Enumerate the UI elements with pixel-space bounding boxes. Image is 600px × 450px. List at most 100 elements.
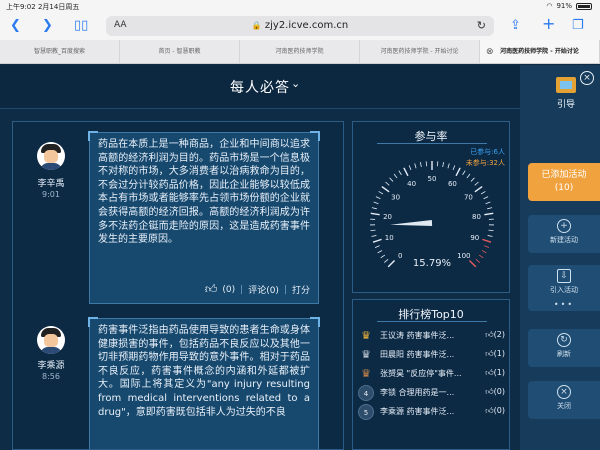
ranking-likes: 👍︎(0) <box>485 387 505 396</box>
refresh-button[interactable]: ↻ 刷新 <box>528 329 600 367</box>
post-actions: 👍︎ (0) | 评论(0) | 打分 <box>204 282 310 297</box>
import-icon: ⇩ <box>557 269 571 283</box>
post-card: 药害事件泛指由药品使用导致的患者生命或身体健康损害的事件，包括药品不良反应以及其… <box>88 317 320 449</box>
gauge-minor-tick <box>393 173 398 179</box>
ranking-row[interactable]: ♛ 田晨阳 药害事件泛... 👍︎(1) <box>353 346 509 364</box>
gauge-minor-tick <box>377 250 383 254</box>
tabs-overview-icon[interactable]: ❐ <box>572 18 584 34</box>
post-card: 药品在本质上是一种商品，企业和中间商以追求高额的经济利润为目的。药品市场是一个信… <box>88 131 320 304</box>
browser-toolbar: ❮ ❯ ▯▯ AA 🔒 zjy2.icve.com.cn ↻ ⇪ + ❐ <box>0 12 600 40</box>
gauge-major-tick <box>372 238 382 243</box>
comment-link[interactable]: 评论(0) <box>248 283 279 296</box>
gauge-minor-tick <box>483 196 489 200</box>
gauge-minor-tick <box>378 191 384 195</box>
gauge-major-tick <box>403 167 409 177</box>
ranking-likes: 👍︎(2) <box>485 330 505 339</box>
more-icon[interactable]: ••• <box>528 300 600 309</box>
back-icon[interactable]: ❮ <box>10 18 21 34</box>
participation-rate: 15.79% <box>412 258 452 269</box>
gauge-minor-tick <box>484 245 490 248</box>
gauge-minor-tick <box>374 245 380 248</box>
ranking-likes: 👍︎(0) <box>485 406 505 415</box>
gauge-minor-tick <box>470 177 475 182</box>
ranking-row[interactable]: 5 李乘源 药害事件泛... 👍︎(0) <box>353 403 509 421</box>
ranking-title: 排行榜Top10 <box>398 308 464 321</box>
gauge-major-tick <box>370 212 380 216</box>
new-tab-icon[interactable]: + <box>542 16 555 32</box>
gauge-tick-label: 30 <box>391 194 400 202</box>
address-bar[interactable]: AA 🔒 zjy2.icve.com.cn ↻ <box>106 16 494 36</box>
import-activity-button[interactable]: ⇩ 引入活动 ••• <box>528 265 600 311</box>
browser-tabs: 智慧职教_百度搜索 首页 - 智慧职教 河南医药技师学院 河南医药技师学院 - … <box>0 40 600 64</box>
browser-tab[interactable]: 河南医药技师学院 <box>240 40 360 63</box>
gauge-minor-tick <box>487 207 493 210</box>
post-text: 药品在本质上是一种商品，企业和中间商以追求高额的经济利润为目的。药品市场是一个信… <box>98 139 310 246</box>
gauge-minor-tick <box>371 235 377 237</box>
gauge-minor-tick <box>481 250 487 254</box>
battery-icon <box>576 2 592 10</box>
thumbs-up-icon: 👍︎ <box>485 330 494 339</box>
gauge-tick-label: 90 <box>470 234 479 242</box>
rank-number: 5 <box>358 404 374 420</box>
bookmarks-icon[interactable]: ▯▯ <box>74 18 88 34</box>
close-button[interactable]: × 关闭 <box>528 381 600 419</box>
avatar <box>37 326 65 354</box>
chevron-down-icon[interactable]: ⌄ <box>291 77 300 90</box>
ranking-panel: 排行榜Top10 ♛ 王议涛 药害事件泛... 👍︎(2) ♛ 田晨阳 药害事件… <box>352 299 510 450</box>
reload-icon[interactable]: ↻ <box>477 19 486 32</box>
ranking-entry: 田晨阳 药害事件泛... <box>380 350 455 359</box>
participation-gauge: 0102030405060708090100 <box>370 161 494 268</box>
ranking-row[interactable]: ♛ 王议涛 药害事件泛... 👍︎(2) <box>353 327 509 345</box>
gauge-minor-tick <box>375 196 381 200</box>
gauge-minor-tick <box>408 165 412 171</box>
ranking-row[interactable]: ♛ 张赟昊 "反应停"事件... 👍︎(1) <box>353 365 509 383</box>
close-tab-icon[interactable]: ⊗ <box>486 40 494 63</box>
ranking-row[interactable]: 4 李锁 合理用药是一... 👍︎(0) <box>353 384 509 402</box>
gauge-minor-tick <box>371 207 377 210</box>
gauge-minor-tick <box>398 170 402 176</box>
gauge-minor-tick <box>419 162 422 168</box>
ranking-entry: 李乘源 药害事件泛... <box>380 407 455 416</box>
gauge-minor-tick <box>485 201 491 205</box>
gauge-major-tick <box>455 167 461 177</box>
gold-crown-icon: ♛ <box>361 329 371 342</box>
lock-icon: 🔒 <box>251 21 262 30</box>
activity-sidebar: × 引导 已添加活动 (10) + 新建活动 ⇩ 引入活动 ••• ↻ 刷新 × … <box>520 65 600 450</box>
score-link[interactable]: 打分 <box>292 283 310 296</box>
refresh-icon: ↻ <box>557 333 571 347</box>
posts-panel[interactable]: 李辛禹 9:01 药品在本质上是一种商品，企业和中间商以追求高额的经济利润为目的… <box>12 121 344 450</box>
gauge-minor-tick <box>442 162 445 168</box>
bronze-crown-icon: ♛ <box>361 367 371 380</box>
gauge-tick-label: 20 <box>383 213 392 221</box>
like-count[interactable]: (0) <box>222 285 235 295</box>
gauge-minor-tick <box>370 229 376 232</box>
browser-tab[interactable]: 智慧职教_百度搜索 <box>0 40 120 63</box>
gauge-needle <box>390 220 433 226</box>
gauge-tick-label: 60 <box>448 180 457 188</box>
browser-tab[interactable]: 河南医药技师学院 - 开始讨论 <box>360 40 480 63</box>
gauge-major-tick <box>482 238 492 243</box>
ranking-likes: 👍︎(1) <box>485 349 505 358</box>
close-icon[interactable]: × <box>580 71 594 85</box>
post-text: 药害事件泛指由药品使用导致的患者生命或身体健康损害的事件，包括药品不良反应以及其… <box>98 325 310 418</box>
gauge-major-tick <box>484 212 494 216</box>
forward-icon[interactable]: ❯ <box>42 18 53 34</box>
new-activity-button[interactable]: + 新建活动 <box>528 215 600 253</box>
status-indicators: ◠ 91% <box>546 2 592 10</box>
gauge-minor-tick <box>389 177 394 182</box>
thumbs-up-icon: 👍︎ <box>485 349 494 358</box>
page-title[interactable]: 每人必答 <box>0 77 520 97</box>
tv-guide-icon[interactable] <box>556 77 576 93</box>
url-text: 🔒 zjy2.icve.com.cn <box>251 20 349 31</box>
plus-icon: + <box>557 219 571 233</box>
share-icon[interactable]: ⇪ <box>510 18 521 34</box>
gauge-minor-tick <box>385 181 390 186</box>
gauge-major-tick <box>474 185 483 193</box>
browser-tab[interactable]: 首页 - 智慧职教 <box>120 40 240 63</box>
gauge-minor-tick <box>488 229 494 232</box>
guide-label[interactable]: 引导 <box>550 97 582 110</box>
browser-tab-active[interactable]: ⊗ 河南医药技师学院 - 开始讨论 <box>480 40 600 63</box>
thumbs-up-icon[interactable]: 👍︎ <box>205 282 218 297</box>
added-activity-button[interactable]: 已添加活动 (10) <box>528 163 600 201</box>
gauge-minor-tick <box>474 181 479 186</box>
